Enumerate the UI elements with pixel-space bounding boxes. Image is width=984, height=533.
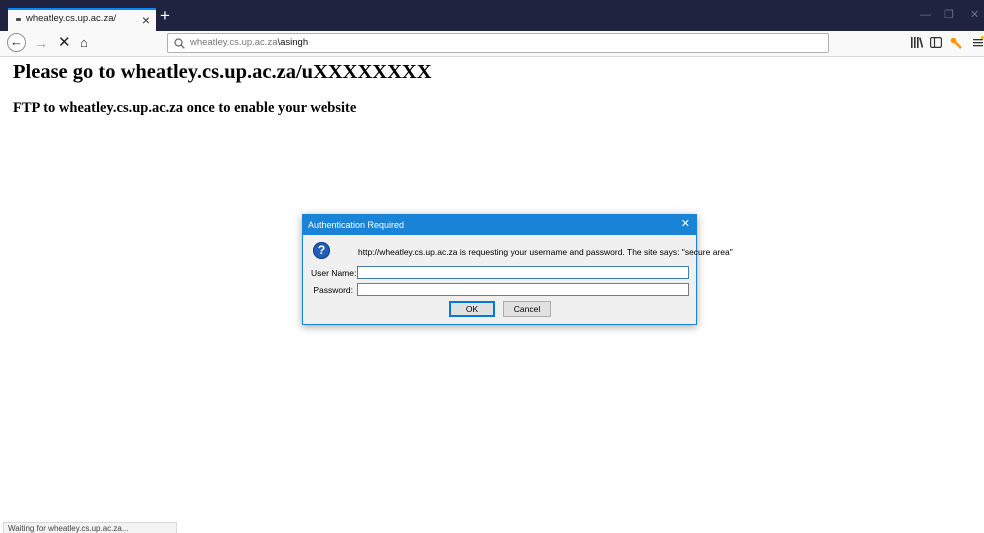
dialog-close-icon[interactable]: ✕: [681, 217, 690, 231]
username-field[interactable]: [357, 266, 689, 279]
tab-active[interactable]: wheatley.cs.up.ac.za/ ×: [8, 8, 156, 31]
auth-dialog: Authentication Required ✕ ? http://wheat…: [302, 214, 733, 325]
tab-close-icon[interactable]: ×: [142, 10, 150, 30]
restore-icon[interactable]: ❐: [944, 10, 954, 21]
loading-icon: [16, 18, 21, 21]
ok-button[interactable]: OK: [449, 301, 495, 317]
status-text: Waiting for wheatley.cs.up.ac.za...: [8, 524, 129, 533]
extension-icon[interactable]: [950, 37, 962, 52]
library-icon[interactable]: [911, 37, 924, 51]
stop-button[interactable]: ✕: [58, 33, 71, 53]
password-field[interactable]: [357, 283, 689, 296]
dialog-title: Authentication Required: [308, 220, 405, 230]
url-bar[interactable]: wheatley.cs.up.ac.za\asingh: [167, 33, 829, 53]
home-button[interactable]: ⌂: [80, 34, 88, 52]
search-icon: [174, 35, 185, 53]
page-heading: Please go to wheatley.cs.up.ac.za/uXXXXX…: [13, 61, 432, 83]
status-bar: Waiting for wheatley.cs.up.ac.za...: [3, 522, 177, 533]
url-host: wheatley.cs.up.ac.za: [190, 37, 278, 48]
url-path: \asingh: [277, 37, 309, 48]
window-close-icon[interactable]: ✕: [970, 10, 979, 21]
forward-button[interactable]: →: [34, 33, 48, 53]
help-icon: ?: [313, 242, 330, 259]
password-label: Password:: [313, 285, 353, 295]
menu-icon[interactable]: [972, 35, 984, 51]
page-subheading: FTP to wheatley.cs.up.ac.za once to enab…: [13, 100, 357, 116]
username-label: User Name:: [311, 268, 357, 278]
sidebar-icon[interactable]: [930, 37, 943, 51]
tab-title: wheatley.cs.up.ac.za/: [26, 13, 117, 24]
nav-bar: ← → ✕ ⌂ wheatley.cs.up.ac.za\asingh: [0, 31, 984, 57]
minimize-icon[interactable]: —: [920, 10, 931, 21]
url-text[interactable]: wheatley.cs.up.ac.za\asingh: [190, 37, 308, 48]
dialog-titlebar[interactable]: Authentication Required ✕: [303, 215, 696, 235]
dialog-message: http://wheatley.cs.up.ac.za is requestin…: [358, 247, 733, 257]
cancel-button[interactable]: Cancel: [503, 301, 551, 317]
tab-strip: wheatley.cs.up.ac.za/ × + — ❐ ✕: [0, 0, 984, 31]
new-tab-button[interactable]: +: [160, 7, 170, 24]
back-button[interactable]: ←: [7, 33, 26, 52]
